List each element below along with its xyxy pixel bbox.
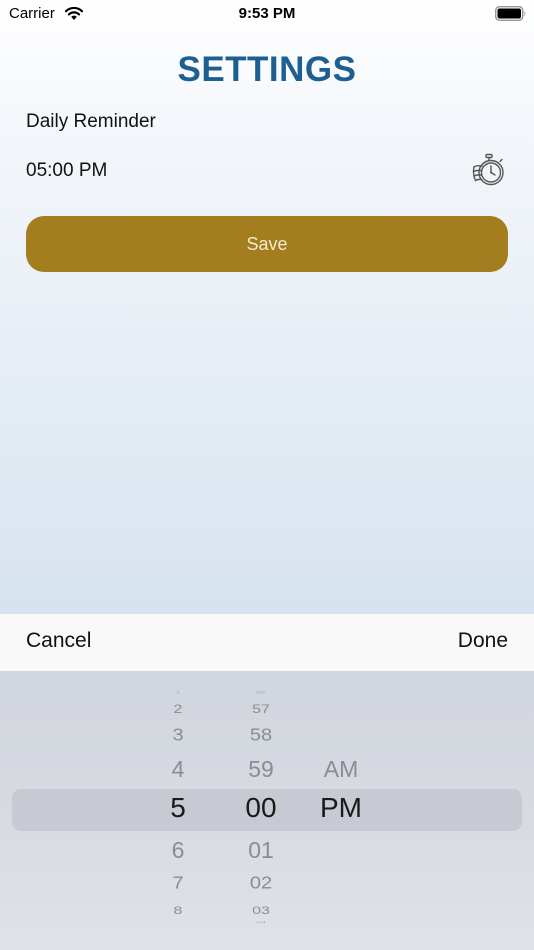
picker-item[interactable]: 56 — [221, 690, 301, 695]
minute-wheel[interactable]: 56 57 58 59 00 01 02 03 04 — [221, 671, 301, 950]
reminder-time-field[interactable]: 05:00 PM — [26, 160, 107, 182]
picker-item[interactable]: 8 — [138, 905, 218, 918]
period-wheel[interactable]: AM PM — [301, 671, 381, 950]
selected-hour[interactable]: 5 — [138, 792, 218, 824]
stopwatch-icon[interactable] — [471, 153, 507, 189]
save-button[interactable]: Save — [26, 216, 508, 272]
status-bar: Carrier 9:53 PM — [0, 0, 534, 30]
picker-item[interactable]: AM — [301, 756, 381, 783]
settings-screen: Carrier 9:53 PM SETTINGS Daily Reminder … — [0, 0, 534, 950]
picker-item[interactable]: 2 — [138, 703, 218, 717]
picker-item[interactable]: 58 — [221, 725, 301, 745]
page-title: SETTINGS — [177, 50, 357, 89]
picker-item[interactable]: 03 — [221, 905, 301, 918]
picker-item[interactable]: 59 — [221, 756, 301, 783]
daily-reminder-label: Daily Reminder — [26, 111, 156, 132]
picker-item[interactable]: 01 — [221, 837, 301, 864]
selected-period[interactable]: PM — [301, 792, 381, 824]
battery-icon — [495, 6, 526, 21]
selected-minute[interactable]: 00 — [221, 792, 301, 824]
hour-wheel[interactable]: 1 2 3 4 5 6 7 8 — [138, 671, 218, 950]
done-button[interactable]: Done — [458, 629, 508, 653]
picker-item[interactable]: 57 — [221, 703, 301, 717]
picker-toolbar: Cancel Done — [0, 614, 534, 671]
picker-item[interactable]: 6 — [138, 837, 218, 864]
picker-item[interactable]: 04 — [221, 920, 301, 925]
picker-item[interactable]: 02 — [221, 873, 301, 893]
picker-item[interactable]: 4 — [138, 756, 218, 783]
time-picker[interactable]: 1 2 3 4 5 6 7 8 56 57 58 59 00 01 02 03 … — [0, 671, 534, 950]
status-clock: 9:53 PM — [238, 5, 296, 22]
cancel-button[interactable]: Cancel — [26, 629, 91, 653]
picker-item[interactable]: 1 — [138, 690, 218, 695]
picker-item[interactable]: 3 — [138, 725, 218, 745]
picker-item[interactable]: 7 — [138, 873, 218, 893]
